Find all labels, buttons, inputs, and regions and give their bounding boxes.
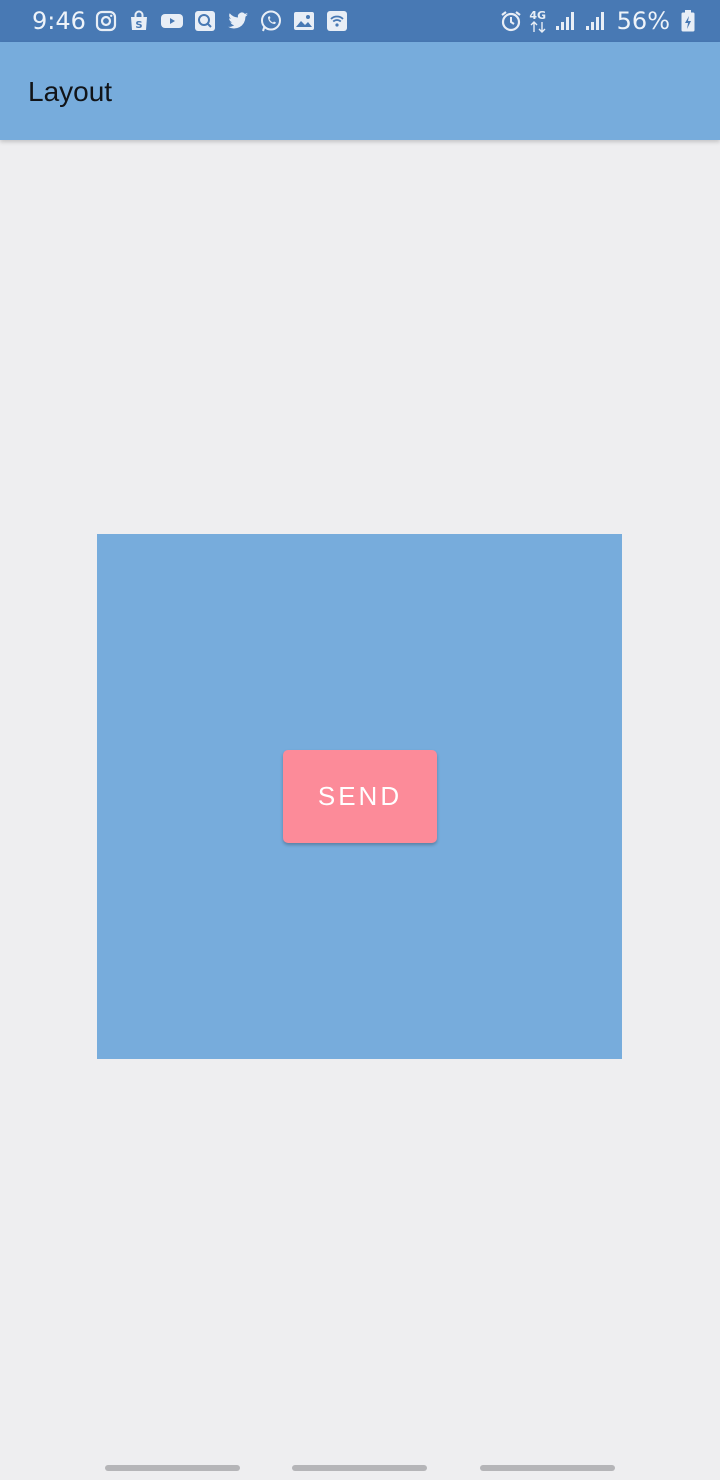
battery-charging-icon xyxy=(676,9,695,33)
signal-icon xyxy=(583,9,607,33)
status-bar: 9:46 S 4G 56% xyxy=(0,0,720,42)
content-container: SEND xyxy=(97,534,622,1059)
youtube-icon xyxy=(160,9,184,33)
shopping-bag-icon: S xyxy=(127,9,151,33)
alarm-icon xyxy=(499,9,523,33)
back-button[interactable] xyxy=(480,1465,615,1471)
svg-text:S: S xyxy=(135,20,142,31)
twitter-icon xyxy=(226,9,250,33)
home-button[interactable] xyxy=(292,1465,427,1471)
battery-percentage: 56% xyxy=(616,7,670,35)
messenger-app-icon xyxy=(193,9,217,33)
mobile-data-icon: 4G xyxy=(529,10,547,33)
wifi-hotspot-icon xyxy=(325,9,349,33)
app-bar: Layout xyxy=(0,42,720,140)
notification-icons: S xyxy=(94,9,349,33)
signal-icon xyxy=(553,9,577,33)
network-type-label: 4G xyxy=(529,8,546,22)
recent-apps-button[interactable] xyxy=(105,1465,240,1471)
status-time: 9:46 xyxy=(32,7,86,35)
whatsapp-icon xyxy=(259,9,283,33)
instagram-icon xyxy=(94,9,118,33)
gallery-icon xyxy=(292,9,316,33)
system-icons: 4G 56% xyxy=(499,5,695,37)
navigation-bar xyxy=(0,1440,720,1480)
page-title: Layout xyxy=(28,76,113,107)
send-button[interactable]: SEND xyxy=(283,750,437,843)
